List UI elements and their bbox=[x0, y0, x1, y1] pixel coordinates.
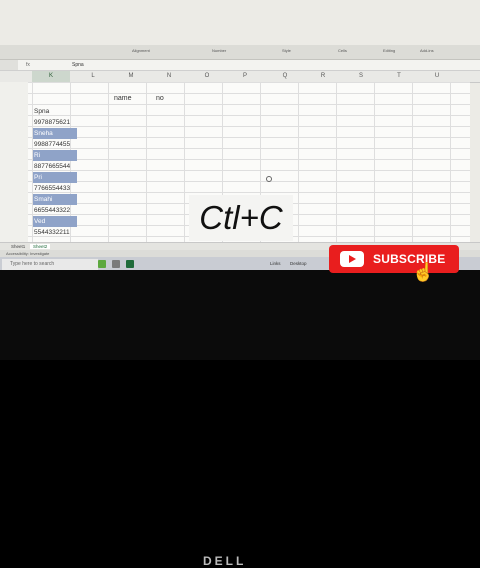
tray-links[interactable]: Links bbox=[270, 261, 281, 266]
cell-k[interactable]: 8877665544 bbox=[33, 161, 77, 172]
column-header-l[interactable]: L bbox=[74, 73, 112, 79]
app-icon[interactable] bbox=[98, 260, 106, 268]
column-header-k[interactable]: K bbox=[32, 71, 70, 82]
pointer-hand-icon: ☝ bbox=[412, 262, 435, 282]
shortcut-overlay: Ctl+C bbox=[189, 195, 293, 241]
ribbon-group-editing[interactable]: Editing bbox=[383, 48, 395, 53]
app-icon[interactable] bbox=[112, 260, 120, 268]
formula-input[interactable]: Spna bbox=[72, 62, 84, 68]
youtube-play-icon bbox=[340, 251, 364, 267]
subscribe-label: SUBSCRIBE bbox=[373, 252, 446, 266]
tab-sheet1[interactable]: Sheet1 bbox=[8, 244, 28, 249]
column-header-r[interactable]: R bbox=[304, 73, 342, 79]
laptop-bezel: DELL bbox=[0, 270, 480, 568]
cell-k[interactable]: 6655443322 bbox=[33, 205, 77, 216]
cell-k[interactable]: Spna bbox=[33, 106, 77, 117]
brand-logo: DELL bbox=[203, 554, 247, 568]
cell-k-selected[interactable]: Pri bbox=[33, 172, 77, 183]
column-header-s[interactable]: S bbox=[342, 73, 380, 79]
cell-no-header[interactable]: no bbox=[156, 95, 164, 102]
ribbon-group-addins[interactable]: Add-ins bbox=[420, 48, 434, 53]
cell-k-selected[interactable]: Smahi bbox=[33, 194, 77, 205]
row-headers[interactable] bbox=[0, 82, 28, 242]
cell-k-selected[interactable]: Ri bbox=[33, 150, 77, 161]
ribbon-group-alignment[interactable]: Alignment bbox=[132, 48, 150, 53]
ribbon-group-cells[interactable]: Cells bbox=[338, 48, 347, 53]
cell-k[interactable]: 5544332211 bbox=[33, 227, 77, 238]
name-box[interactable] bbox=[0, 60, 18, 70]
ribbon: Alignment Number Style Cells Editing Add… bbox=[0, 45, 480, 60]
cell-k-selected[interactable]: Ved bbox=[33, 216, 77, 227]
column-header-m[interactable]: M bbox=[112, 73, 150, 79]
tray-desktop[interactable]: Desktop bbox=[290, 261, 307, 266]
column-header-t[interactable]: T bbox=[380, 73, 418, 79]
column-header-u[interactable]: U bbox=[418, 73, 456, 79]
column-header-p[interactable]: P bbox=[226, 73, 264, 79]
column-header-q[interactable]: Q bbox=[266, 73, 304, 79]
subscribe-button[interactable]: SUBSCRIBE bbox=[329, 245, 459, 273]
cell-k[interactable]: 9988774455 bbox=[33, 139, 77, 150]
formula-bar: fx Spna bbox=[0, 60, 480, 71]
cell-k-selected[interactable]: Sneha bbox=[33, 128, 77, 139]
excel-icon[interactable] bbox=[126, 260, 134, 268]
mouse-cursor-icon bbox=[266, 176, 272, 182]
accessibility-status[interactable]: Accessibility: Investigate bbox=[6, 251, 49, 256]
cell-k[interactable]: 9978875621 bbox=[33, 117, 77, 128]
ribbon-group-number[interactable]: Number bbox=[212, 48, 226, 53]
cell-k[interactable]: 7766554433 bbox=[33, 183, 77, 194]
column-header-n[interactable]: N bbox=[150, 73, 188, 79]
screen: Alignment Number Style Cells Editing Add… bbox=[0, 0, 480, 270]
taskbar-search-input[interactable]: Type here to search bbox=[2, 259, 98, 270]
fx-icon[interactable]: fx bbox=[26, 62, 30, 68]
cell-name-header[interactable]: name bbox=[114, 95, 132, 102]
ribbon-group-style[interactable]: Style bbox=[282, 48, 291, 53]
column-header-o[interactable]: O bbox=[188, 73, 226, 79]
tab-sheet2[interactable]: Sheet2 bbox=[30, 244, 51, 249]
